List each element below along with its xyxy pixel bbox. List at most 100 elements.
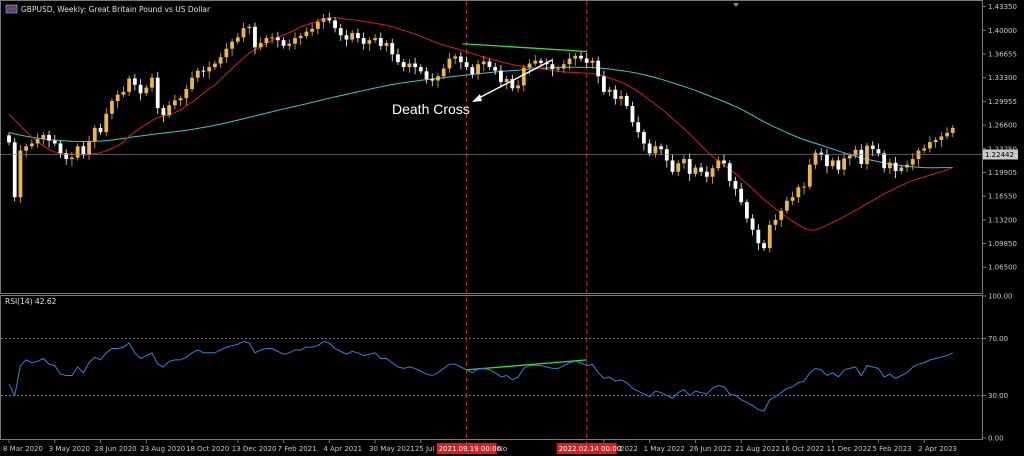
y-tick-label: 1.09850 xyxy=(988,240,1017,248)
bullish-candle xyxy=(693,167,698,174)
bullish-candle xyxy=(676,163,681,172)
bullish-candle xyxy=(773,219,778,225)
bearish-candle xyxy=(750,218,755,230)
bullish-candle xyxy=(172,100,177,106)
bullish-candle xyxy=(104,113,109,133)
y-tick-label: 1.06500 xyxy=(988,264,1017,272)
trading-chart[interactable]: 1.43350 1.40000 1.36655 1.33300 1.29955 1.266… xyxy=(0,0,1024,456)
y-tick-label: 1.33300 xyxy=(988,74,1017,82)
bearish-candle xyxy=(756,229,761,244)
bearish-candle xyxy=(430,79,435,81)
bearish-candle xyxy=(733,180,738,189)
bearish-candle xyxy=(47,134,51,141)
y-tick-label: 1.29955 xyxy=(988,98,1017,106)
bullish-candle xyxy=(619,96,623,99)
bullish-candle xyxy=(847,155,852,159)
bearish-candle xyxy=(361,38,366,44)
x-tick-label: 7 Feb 2021 xyxy=(278,445,317,453)
bullish-candle xyxy=(561,64,566,69)
x-tick-label: No xyxy=(498,445,508,453)
x-tick-label: 28 Jun 2020 xyxy=(95,445,137,453)
bullish-candle xyxy=(573,55,578,59)
bullish-candle xyxy=(287,43,292,46)
x-tick-label: 11 Dec 2022 xyxy=(827,445,872,453)
bullish-candle xyxy=(807,164,812,187)
bullish-candle xyxy=(18,150,23,198)
bearish-candle xyxy=(893,162,898,172)
bearish-candle xyxy=(418,67,423,72)
bullish-candle xyxy=(567,58,572,65)
bearish-candle xyxy=(413,63,418,68)
bullish-candle xyxy=(298,35,303,39)
bearish-candle xyxy=(161,108,166,116)
bullish-candle xyxy=(527,63,532,68)
bullish-candle xyxy=(842,158,847,170)
bearish-candle xyxy=(401,62,406,68)
x-tick-label: 26 Jun 2022 xyxy=(689,445,731,453)
bullish-candle xyxy=(887,162,892,169)
bearish-candle xyxy=(333,20,337,29)
bullish-candle xyxy=(790,197,795,201)
bearish-candle xyxy=(424,71,429,80)
bullish-candle xyxy=(476,64,480,75)
bearish-candle xyxy=(281,40,286,46)
bearish-candle xyxy=(624,96,629,106)
bearish-candle xyxy=(704,171,709,177)
bullish-candle xyxy=(321,18,326,22)
bearish-candle xyxy=(470,67,475,75)
bullish-candle xyxy=(150,77,154,88)
y-tick-label: 1.19905 xyxy=(988,169,1017,177)
bullish-candle xyxy=(504,79,509,82)
bullish-candle xyxy=(910,159,915,165)
bearish-candle xyxy=(539,60,543,63)
bearish-candle xyxy=(98,127,103,133)
bullish-candle xyxy=(270,37,275,39)
bullish-candle xyxy=(453,56,458,59)
bearish-candle xyxy=(499,70,503,82)
bearish-candle xyxy=(458,56,463,63)
bullish-candle xyxy=(235,37,240,42)
bearish-candle xyxy=(550,64,555,70)
bullish-candle xyxy=(802,186,806,188)
y-tick-label: 1.40000 xyxy=(988,27,1017,35)
bullish-candle xyxy=(710,168,715,177)
bearish-candle xyxy=(338,28,343,36)
bullish-candle xyxy=(115,94,120,102)
x-tick-label: 13 Dec 2020 xyxy=(232,445,277,453)
x-tick-label: 18 Oct 2020 xyxy=(186,445,229,453)
bearish-candle xyxy=(584,58,589,63)
bullish-candle xyxy=(521,67,526,86)
bullish-candle xyxy=(933,139,938,143)
rsi-tick-label: 70.00 xyxy=(988,335,1008,343)
bullish-candle xyxy=(190,77,194,89)
bullish-candle xyxy=(264,38,269,44)
bearish-candle xyxy=(825,154,829,167)
bullish-candle xyxy=(213,63,217,68)
bullish-candle xyxy=(945,132,949,137)
bearish-candle xyxy=(836,160,841,170)
bearish-candle xyxy=(596,60,601,77)
x-tick-label: 3 May 2020 xyxy=(49,445,90,453)
bearish-candle xyxy=(52,140,57,144)
bullish-candle xyxy=(373,38,377,41)
bearish-candle xyxy=(739,188,744,203)
bullish-candle xyxy=(247,26,252,29)
bullish-candle xyxy=(436,76,440,81)
bullish-candle xyxy=(785,200,789,211)
bullish-candle xyxy=(407,63,412,68)
y-tick-label: 1.43350 xyxy=(988,3,1017,11)
x-tick-label: 4 Apr 2021 xyxy=(323,445,362,453)
bullish-candle xyxy=(29,143,34,147)
x-tick-label: 2 xyxy=(618,445,622,453)
bullish-candle xyxy=(110,101,114,114)
bullish-candle xyxy=(607,89,612,92)
bullish-candle xyxy=(195,70,200,78)
bullish-candle xyxy=(127,78,132,92)
bullish-candle xyxy=(796,187,801,198)
bullish-candle xyxy=(830,160,835,167)
bearish-candle xyxy=(493,67,498,71)
rsi-label: RSI(14) 42.62 xyxy=(5,297,57,306)
bearish-candle xyxy=(882,153,887,169)
bullish-candle xyxy=(92,127,97,142)
bullish-candle xyxy=(207,67,212,72)
